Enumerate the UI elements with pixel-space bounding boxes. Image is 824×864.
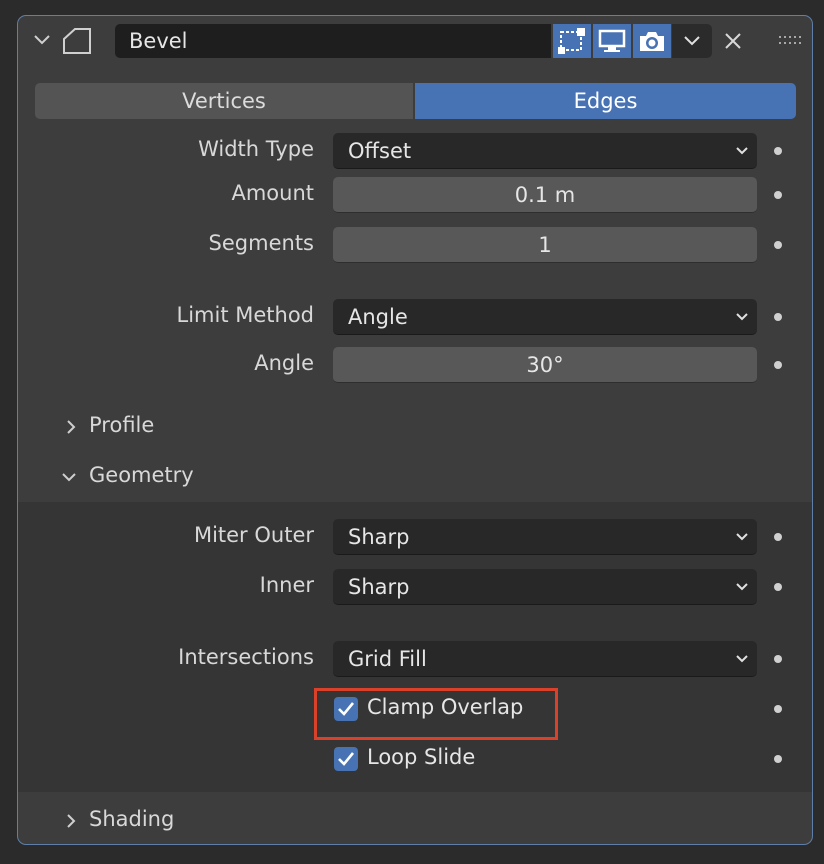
keyframe-dot-icon[interactable] (774, 147, 782, 155)
modifier-name-input[interactable]: Bevel (115, 24, 551, 58)
miter-outer-value: Sharp (348, 525, 410, 549)
angle-field[interactable]: 30° (333, 347, 757, 383)
edit-mode-icon (558, 28, 585, 54)
viewport-display-icon (598, 29, 626, 52)
close-icon[interactable] (722, 30, 744, 52)
intersections-label: Intersections (178, 645, 314, 669)
geometry-label: Geometry (89, 463, 194, 487)
width-type-value: Offset (348, 139, 412, 163)
limit-method-label: Limit Method (176, 303, 315, 327)
keyframe-dot-icon[interactable] (774, 361, 782, 369)
intersections-dropdown[interactable]: Grid Fill (333, 641, 757, 677)
inner-dropdown[interactable]: Sharp (333, 569, 757, 605)
chevron-down-icon (684, 36, 700, 46)
bevel-modifier-icon (62, 27, 92, 55)
keyframe-dot-icon[interactable] (774, 241, 782, 249)
keyframe-dot-icon[interactable] (774, 705, 782, 713)
geometry-subpanel-header[interactable]: Geometry (60, 463, 820, 492)
loop-slide-label[interactable]: Loop Slide (367, 745, 475, 769)
collapse-chevron-icon[interactable] (32, 30, 52, 50)
amount-label: Amount (231, 181, 314, 205)
keyframe-dot-icon[interactable] (774, 655, 782, 663)
keyframe-dot-icon[interactable] (774, 533, 782, 541)
width-type-label: Width Type (198, 137, 314, 161)
chevron-right-icon (67, 814, 76, 828)
amount-field[interactable]: 0.1 m (333, 177, 757, 213)
keyframe-dot-icon[interactable] (774, 583, 782, 591)
modifier-menu-dropdown[interactable] (672, 24, 712, 58)
width-type-dropdown[interactable]: Offset (333, 133, 757, 169)
render-camera-icon (640, 32, 664, 51)
chevron-down-icon (62, 473, 76, 482)
limit-method-value: Angle (348, 305, 408, 329)
inner-value: Sharp (348, 575, 410, 599)
shading-label: Shading (89, 807, 175, 831)
chevron-down-icon (736, 583, 748, 591)
miter-outer-label: Miter Outer (193, 523, 314, 547)
drag-grip-icon[interactable] (778, 33, 802, 47)
segments-label: Segments (208, 231, 314, 255)
intersections-value: Grid Fill (348, 647, 427, 671)
checkmark-icon (338, 752, 355, 766)
keyframe-dot-icon[interactable] (774, 313, 782, 321)
chevron-down-icon (736, 313, 748, 321)
limit-method-dropdown[interactable]: Angle (333, 299, 757, 335)
loop-slide-checkbox[interactable] (334, 747, 358, 771)
edit-mode-toggle[interactable] (553, 24, 591, 58)
annotation-highlight-box (314, 688, 558, 740)
chevron-down-icon (736, 655, 748, 663)
profile-label: Profile (89, 413, 155, 437)
segments-field[interactable]: 1 (333, 227, 757, 263)
keyframe-dot-icon[interactable] (774, 755, 782, 763)
tab-edges[interactable]: Edges (415, 83, 796, 119)
chevron-down-icon (736, 533, 748, 541)
render-toggle[interactable] (633, 24, 671, 58)
shading-subpanel-header[interactable]: Shading (62, 807, 802, 836)
inner-label: Inner (259, 573, 314, 597)
chevron-down-icon (736, 147, 748, 155)
miter-outer-dropdown[interactable]: Sharp (333, 519, 757, 555)
tab-vertices[interactable]: Vertices (35, 83, 413, 119)
keyframe-dot-icon[interactable] (774, 191, 782, 199)
chevron-right-icon (67, 420, 76, 434)
angle-label: Angle (254, 351, 314, 375)
profile-subpanel-header[interactable]: Profile (62, 413, 822, 442)
viewport-display-toggle[interactable] (593, 24, 631, 58)
